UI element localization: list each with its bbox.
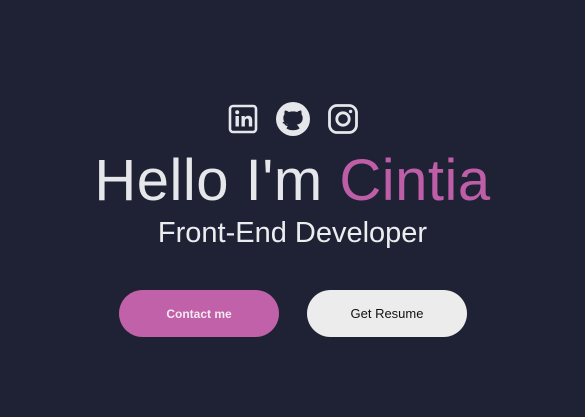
instagram-icon xyxy=(327,104,358,134)
linkedin-link[interactable] xyxy=(225,101,261,137)
hero-name: Cintia xyxy=(339,148,491,213)
get-resume-button[interactable]: Get Resume xyxy=(307,290,467,337)
hero-section: Hello I'm Cintia Front-End Developer Con… xyxy=(0,0,585,417)
hero-role: Front-End Developer xyxy=(157,217,428,249)
social-links xyxy=(0,100,585,138)
instagram-link[interactable] xyxy=(325,101,361,137)
hero-headline: Hello I'm Cintia xyxy=(0,146,585,216)
github-icon xyxy=(275,102,310,136)
greeting-text: Hello I'm xyxy=(94,148,323,213)
linkedin-icon xyxy=(228,104,257,134)
github-link[interactable] xyxy=(275,101,311,137)
contact-me-button[interactable]: Contact me xyxy=(119,290,279,337)
